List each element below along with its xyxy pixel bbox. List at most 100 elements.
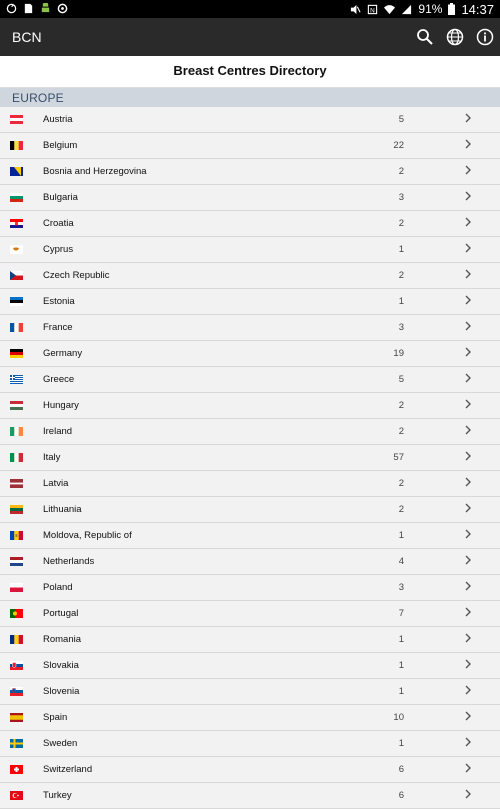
- signal-icon: [402, 4, 412, 14]
- status-bar: N 91% 14:37: [0, 0, 500, 18]
- portugal-flag-icon: [10, 609, 23, 618]
- list-item[interactable]: France 3: [0, 315, 500, 341]
- app-title: BCN: [12, 29, 42, 45]
- section-label: EUROPE: [12, 91, 64, 105]
- list-item[interactable]: Sweden 1: [0, 731, 500, 757]
- chevron-right-icon: [465, 659, 471, 669]
- hungary-flag-icon: [10, 401, 23, 410]
- list-item[interactable]: Croatia 2: [0, 211, 500, 237]
- country-name: Greece: [43, 374, 75, 385]
- country-name: Lithuania: [43, 504, 82, 515]
- list-item[interactable]: Poland 3: [0, 575, 500, 601]
- chevron-right-icon: [465, 373, 471, 383]
- country-name: Bulgaria: [43, 192, 78, 203]
- list-item[interactable]: Lithuania 2: [0, 497, 500, 523]
- list-item[interactable]: Netherlands 4: [0, 549, 500, 575]
- centre-count: 19: [393, 348, 404, 359]
- centre-count: 1: [398, 738, 404, 749]
- list-item[interactable]: Switzerland 6: [0, 757, 500, 783]
- list-item[interactable]: Turkey 6: [0, 783, 500, 809]
- country-name: Sweden: [43, 738, 78, 749]
- list-item[interactable]: Cyprus 1: [0, 237, 500, 263]
- belgium-flag-icon: [10, 141, 23, 150]
- app-bar: BCN: [0, 18, 500, 56]
- germany-flag-icon: [10, 349, 23, 358]
- chevron-right-icon: [465, 451, 471, 461]
- italy-flag-icon: [10, 453, 23, 462]
- latvia-flag-icon: [10, 479, 23, 488]
- centre-count: 1: [398, 634, 404, 645]
- info-button[interactable]: [474, 26, 496, 48]
- mute-icon: [351, 4, 361, 14]
- country-name: Moldova, Republic of: [43, 530, 132, 541]
- list-item[interactable]: Greece 5: [0, 367, 500, 393]
- list-item[interactable]: Czech Republic 2: [0, 263, 500, 289]
- centre-count: 2: [398, 400, 404, 411]
- country-name: Netherlands: [43, 556, 95, 567]
- list-item[interactable]: Moldova, Republic of 1: [0, 523, 500, 549]
- section-header: EUROPE: [0, 88, 500, 107]
- list-item[interactable]: Hungary 2: [0, 393, 500, 419]
- list-item[interactable]: Romania 1: [0, 627, 500, 653]
- country-list: Austria 5 Belgium 22 Bosnia and Herzegovina 2…: [0, 107, 500, 809]
- list-item[interactable]: Bulgaria 3: [0, 185, 500, 211]
- country-name: Ireland: [43, 426, 73, 437]
- list-item[interactable]: Slovenia 1: [0, 679, 500, 705]
- country-name: Bosnia and Herzegovina: [43, 166, 147, 177]
- estonia-flag-icon: [10, 297, 23, 306]
- chevron-right-icon: [465, 399, 471, 409]
- list-item[interactable]: Latvia 2: [0, 471, 500, 497]
- list-item[interactable]: Austria 5: [0, 107, 500, 133]
- list-item[interactable]: Estonia 1: [0, 289, 500, 315]
- centre-count: 2: [398, 478, 404, 489]
- list-item[interactable]: Belgium 22: [0, 133, 500, 159]
- battery-percentage: 91%: [418, 2, 443, 16]
- chevron-right-icon: [465, 607, 471, 617]
- globe-icon: [446, 28, 464, 46]
- chevron-right-icon: [465, 685, 471, 695]
- centre-count: 6: [398, 790, 404, 801]
- search-icon: [417, 29, 433, 45]
- centre-count: 22: [393, 140, 404, 151]
- ireland-flag-icon: [10, 427, 23, 436]
- chevron-right-icon: [465, 347, 471, 357]
- list-item[interactable]: Italy 57: [0, 445, 500, 471]
- slovakia-flag-icon: [10, 661, 23, 670]
- search-button[interactable]: [414, 26, 436, 48]
- lithuania-flag-icon: [10, 505, 23, 514]
- centre-count: 2: [398, 218, 404, 229]
- list-item[interactable]: Slovakia 1: [0, 653, 500, 679]
- centre-count: 2: [398, 270, 404, 281]
- greece-flag-icon: [10, 375, 23, 384]
- list-item[interactable]: Portugal 7: [0, 601, 500, 627]
- turkey-flag-icon: [10, 791, 23, 800]
- chevron-right-icon: [465, 581, 471, 591]
- centre-count: 6: [398, 764, 404, 775]
- chevron-right-icon: [465, 165, 471, 175]
- centre-count: 1: [398, 530, 404, 541]
- centre-count: 5: [398, 374, 404, 385]
- chevron-right-icon: [465, 295, 471, 305]
- chevron-right-icon: [465, 633, 471, 643]
- country-name: Croatia: [43, 218, 74, 229]
- nfc-icon: N: [368, 4, 378, 14]
- slovenia-flag-icon: [10, 687, 23, 696]
- france-flag-icon: [10, 323, 23, 332]
- battery-icon: [448, 3, 456, 15]
- list-item[interactable]: Bosnia and Herzegovina 2: [0, 159, 500, 185]
- spain-flag-icon: [10, 713, 23, 722]
- globe-button[interactable]: [444, 26, 466, 48]
- centre-count: 5: [398, 114, 404, 125]
- country-name: France: [43, 322, 73, 333]
- chevron-right-icon: [465, 789, 471, 799]
- list-item[interactable]: Ireland 2: [0, 419, 500, 445]
- list-item[interactable]: Spain 10: [0, 705, 500, 731]
- directory-header: Breast Centres Directory: [0, 56, 500, 88]
- centre-count: 1: [398, 660, 404, 671]
- country-name: Portugal: [43, 608, 79, 619]
- country-name: Poland: [43, 582, 73, 593]
- list-item[interactable]: Germany 19: [0, 341, 500, 367]
- country-name: Czech Republic: [43, 270, 110, 281]
- country-name: Slovenia: [43, 686, 80, 697]
- centre-count: 57: [393, 452, 404, 463]
